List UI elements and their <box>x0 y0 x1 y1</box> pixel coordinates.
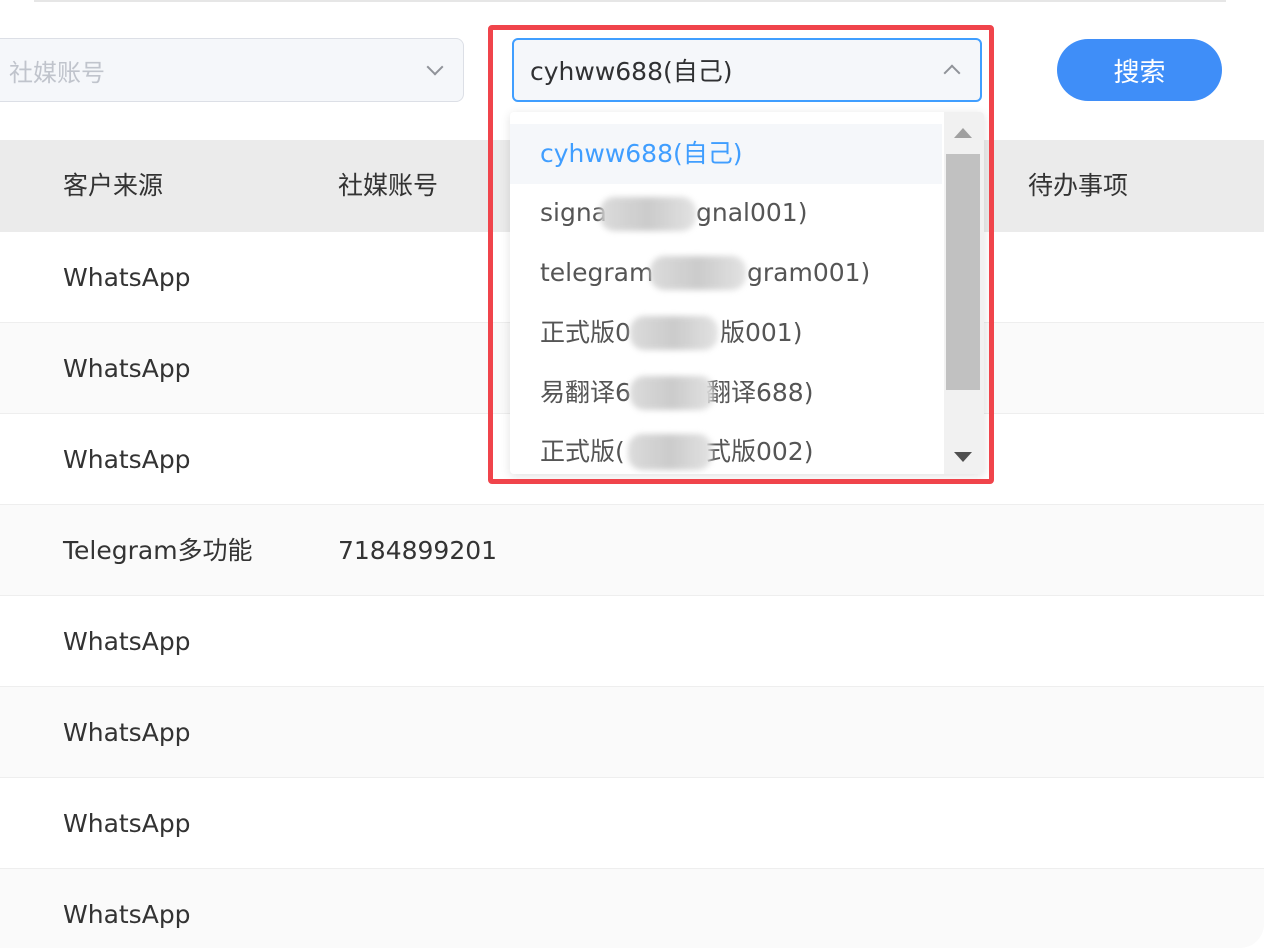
social-account-placeholder: 社媒账号 <box>9 58 105 87</box>
chevron-up-icon <box>943 64 961 82</box>
cell-source: WhatsApp <box>63 354 191 383</box>
search-button[interactable]: 搜索 <box>1057 39 1222 101</box>
account-select[interactable]: cyhww688(自己) <box>512 38 982 102</box>
blurred-text <box>630 316 718 350</box>
dropdown-option[interactable]: signa gnal001) <box>510 183 942 243</box>
dropdown-option-selected[interactable]: cyhww688(自己) <box>510 124 942 184</box>
cell-source: Telegram多功能 <box>63 536 253 565</box>
table-row[interactable]: WhatsApp <box>0 869 1264 948</box>
cell-source: WhatsApp <box>63 809 191 838</box>
account-select-value: cyhww688(自己) <box>530 57 733 86</box>
header-social-account: 社媒账号 <box>338 171 439 200</box>
scroll-down-arrow-icon[interactable] <box>954 452 972 462</box>
cell-account: 7184899201 <box>338 536 498 565</box>
scroll-up-arrow-icon[interactable] <box>954 128 972 138</box>
social-account-select[interactable]: 社媒账号 <box>0 38 464 102</box>
cell-source: WhatsApp <box>63 900 191 929</box>
option-label-end: gnal001) <box>696 198 808 227</box>
option-label-start: 易翻译6 <box>540 378 631 407</box>
option-label: cyhww688(自己) <box>540 139 743 168</box>
dropdown-option[interactable]: 正式版( 式版002) <box>510 422 942 474</box>
option-label-start: 正式版( <box>540 437 625 466</box>
scrollbar-thumb[interactable] <box>946 154 980 390</box>
blurred-text <box>628 434 712 470</box>
cell-source: WhatsApp <box>63 263 191 292</box>
option-label-start: 正式版0 <box>540 318 631 347</box>
header-todo: 待办事项 <box>1028 171 1129 200</box>
option-label-end: 式版002) <box>706 437 814 466</box>
cell-source: WhatsApp <box>63 627 191 656</box>
option-label-start: telegram <box>540 258 654 287</box>
page: 社媒账号 cyhww688(自己) 搜索 客户来源 社媒账号 待办事项 What… <box>0 0 1264 948</box>
dropdown-option[interactable]: telegram gram001) <box>510 243 942 303</box>
dropdown-option[interactable]: 易翻译6 翻译688) <box>510 363 942 423</box>
chevron-down-icon <box>426 58 444 76</box>
option-label-end: 翻译688) <box>706 378 814 407</box>
blurred-text <box>600 197 696 231</box>
table-row[interactable]: WhatsApp <box>0 778 1264 869</box>
option-label-end: gram001) <box>747 258 871 287</box>
blurred-text <box>650 256 746 290</box>
option-label-end: 版001) <box>720 318 803 347</box>
header-customer-source: 客户来源 <box>63 171 164 200</box>
account-dropdown: cyhww688(自己) signa gnal001) telegram gra… <box>510 112 984 474</box>
table-row[interactable]: Telegram多功能 7184899201 <box>0 505 1264 596</box>
cell-source: WhatsApp <box>63 718 191 747</box>
table-row[interactable]: WhatsApp <box>0 687 1264 778</box>
table-row[interactable]: WhatsApp <box>0 596 1264 687</box>
option-label-start: signa <box>540 198 608 227</box>
blurred-text <box>630 376 714 410</box>
dropdown-option[interactable]: 正式版0 版001) <box>510 303 942 363</box>
top-divider <box>34 0 1226 2</box>
cell-source: WhatsApp <box>63 445 191 474</box>
